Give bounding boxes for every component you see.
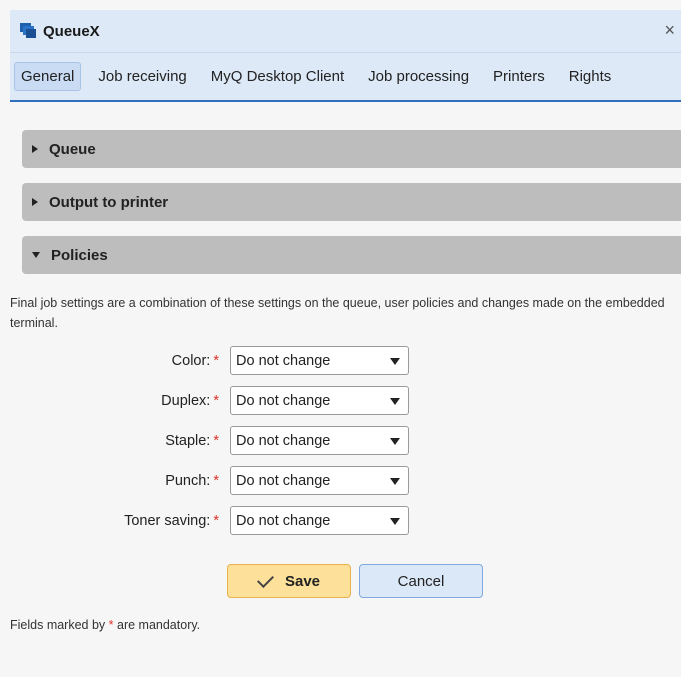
save-button-label: Save xyxy=(284,572,321,590)
punch-select-value: Do not change xyxy=(236,473,331,489)
general-tab-panel: Queue Output to printer Policies Final j… xyxy=(10,102,681,677)
title-bar: QueueX × xyxy=(10,10,681,52)
checkmark-icon xyxy=(256,570,274,588)
queue-properties-window: QueueX × General Job receiving MyQ Deskt… xyxy=(0,0,681,677)
policies-description: Final job settings are a combination of … xyxy=(10,296,665,330)
required-mark: * xyxy=(213,353,219,369)
punch-label: Punch: * xyxy=(165,473,219,489)
expand-arrow-icon xyxy=(32,145,38,153)
toner-saving-row: Toner saving: * Do not change xyxy=(10,506,681,536)
section-policies[interactable]: Policies xyxy=(22,236,681,274)
toner-saving-select[interactable]: Do not change xyxy=(230,506,409,535)
duplex-select-value: Do not change xyxy=(236,393,331,409)
section-policies-label: Policies xyxy=(51,246,108,264)
tab-job-processing[interactable]: Job processing xyxy=(361,62,476,91)
color-select-value: Do not change xyxy=(236,353,331,369)
close-icon[interactable]: × xyxy=(664,20,675,40)
staple-label: Staple: * xyxy=(165,433,219,449)
staple-select[interactable]: Do not change xyxy=(230,426,409,455)
expand-arrow-icon xyxy=(32,198,38,206)
dropdown-arrow-icon xyxy=(390,518,400,525)
section-output-to-printer-label: Output to printer xyxy=(49,193,169,211)
punch-select[interactable]: Do not change xyxy=(230,466,409,495)
save-button[interactable]: Save xyxy=(227,564,351,598)
mandatory-fields-note: Fields marked by * are mandatory. xyxy=(10,618,201,632)
required-mark: * xyxy=(213,393,219,409)
cancel-button-label: Cancel xyxy=(397,572,445,590)
dropdown-arrow-icon xyxy=(390,438,400,445)
window-title: QueueX xyxy=(43,22,100,40)
punch-row: Punch: * Do not change xyxy=(10,466,681,496)
required-mark: * xyxy=(213,433,219,449)
duplex-row: Duplex: * Do not change xyxy=(10,386,681,416)
tab-myq-desktop-client[interactable]: MyQ Desktop Client xyxy=(204,62,351,91)
tab-bar: General Job receiving MyQ Desktop Client… xyxy=(10,52,681,100)
dropdown-arrow-icon xyxy=(390,398,400,405)
toner-saving-select-value: Do not change xyxy=(236,513,331,529)
tab-general[interactable]: General xyxy=(14,62,82,91)
color-row: Color: * Do not change xyxy=(10,346,681,376)
collapse-arrow-icon xyxy=(32,252,40,258)
color-label: Color: * xyxy=(171,353,219,369)
required-mark: * xyxy=(213,473,219,489)
duplex-select[interactable]: Do not change xyxy=(230,386,409,415)
tab-printers[interactable]: Printers xyxy=(486,62,552,91)
required-mark: * xyxy=(213,513,219,529)
dropdown-arrow-icon xyxy=(390,358,400,365)
section-output-to-printer[interactable]: Output to printer xyxy=(22,183,681,221)
dropdown-arrow-icon xyxy=(390,478,400,485)
duplex-label: Duplex: * xyxy=(161,393,219,409)
tab-job-receiving[interactable]: Job receiving xyxy=(91,62,193,91)
section-queue-label: Queue xyxy=(49,140,96,158)
tab-rights[interactable]: Rights xyxy=(562,62,619,91)
staple-select-value: Do not change xyxy=(236,433,331,449)
queue-app-icon xyxy=(20,23,36,39)
section-queue[interactable]: Queue xyxy=(22,130,681,168)
toner-saving-label: Toner saving: * xyxy=(124,513,219,529)
cancel-button[interactable]: Cancel xyxy=(359,564,483,598)
staple-row: Staple: * Do not change xyxy=(10,426,681,456)
color-select[interactable]: Do not change xyxy=(230,346,409,375)
